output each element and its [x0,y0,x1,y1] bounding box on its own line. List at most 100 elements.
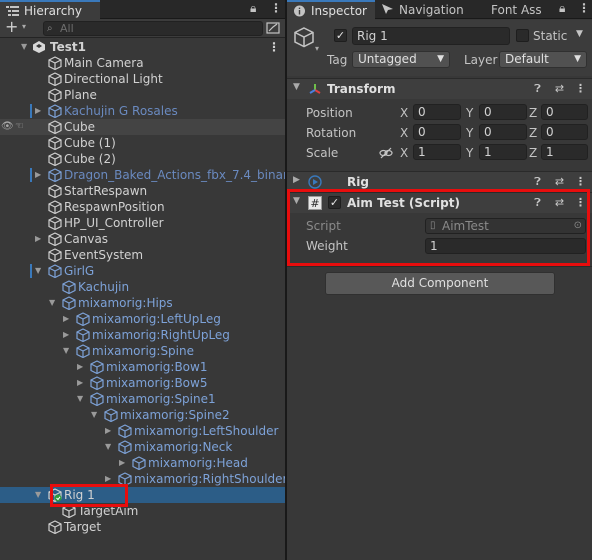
scale-z-field[interactable]: 1 [541,144,588,160]
expand-arrow-right-icon[interactable]: ▶ [35,167,45,183]
rotation-x-field[interactable]: 0 [413,124,461,140]
fold-arrow-right-icon[interactable]: ▶ [293,175,300,185]
position-z-field[interactable]: 0 [541,104,588,120]
expand-arrow-down-icon[interactable]: ▼ [77,391,87,407]
pickable-hand-icon[interactable]: ☜ [15,119,24,135]
static-checkbox[interactable] [516,29,529,42]
hierarchy-row[interactable]: 👁︎ ☜ Cube [0,119,285,135]
position-y-field[interactable]: 0 [479,104,527,120]
gameobject-large-icon[interactable] [293,26,315,48]
hierarchy-row[interactable]: Plane [0,87,285,103]
visibility-eye-icon[interactable]: 👁︎ [1,119,14,135]
expand-arrow-right-icon[interactable]: ▶ [119,455,129,471]
rotation-z-field[interactable]: 0 [541,124,588,140]
hierarchy-row[interactable]: Cube (2) [0,151,285,167]
hierarchy-row[interactable]: ▼ GirlG [0,263,285,279]
expand-arrow-down-icon[interactable]: ▼ [91,407,101,423]
lock-icon[interactable]: 🔒︎ [559,1,565,16]
presets-icon[interactable]: ⇄ [553,82,566,95]
gameobject-icon [76,312,90,326]
hierarchy-row[interactable]: Directional Light [0,71,285,87]
expand-arrow-right-icon[interactable]: ▶ [35,103,45,119]
hierarchy-row[interactable]: ▶ mixamorig:RightShoulder [0,471,285,487]
hierarchy-row[interactable]: StartRespawn [0,183,285,199]
tab-font-asset[interactable]: Font Ass [481,0,553,20]
help-icon[interactable]: ❓︎ [531,175,544,188]
tab-navigation[interactable]: Navigation [375,0,481,20]
hierarchy-row[interactable]: Kachujin [0,279,285,295]
hierarchy-row[interactable]: HP_UI_Controller [0,215,285,231]
hierarchy-row[interactable]: ▶ mixamorig:Bow1 [0,359,285,375]
fold-arrow-down-icon[interactable]: ▼ [293,82,300,92]
expand-arrow-right-icon[interactable]: ▶ [77,375,87,391]
component-menu-icon[interactable]: ⋮ [574,175,587,188]
hierarchy-row[interactable]: ▼ mixamorig:Spine1 [0,391,285,407]
expand-arrow-down-icon[interactable]: ▼ [63,343,73,359]
object-name-field[interactable]: Rig 1 [352,27,510,45]
expand-arrow-right-icon[interactable]: ▶ [63,311,73,327]
hierarchy-row[interactable]: Main Camera [0,55,285,71]
tag-dropdown[interactable]: Untagged ▼ [352,51,450,68]
expand-arrow-down-icon[interactable]: ▼ [105,439,115,455]
add-component-button[interactable]: Add Component [325,272,555,295]
hierarchy-row[interactable]: ▼ Test1 ⋮ [0,39,285,55]
prefab-icon [48,264,62,278]
hierarchy-row[interactable]: Target [0,519,285,535]
scale-y-field[interactable]: 1 [479,144,527,160]
hierarchy-row[interactable]: ▶ mixamorig:Bow5 [0,375,285,391]
expand-arrow-right-icon[interactable]: ▶ [77,359,87,375]
hierarchy-row[interactable]: ▶ Canvas [0,231,285,247]
layer-dropdown[interactable]: Default ▼ [499,51,587,68]
tab-inspector[interactable]: Inspector [287,0,375,20]
hierarchy-row[interactable]: ▶ mixamorig:Head [0,455,285,471]
gameobject-icon [48,184,62,198]
expand-arrow-right-icon[interactable]: ▶ [35,231,45,247]
hierarchy-row[interactable]: ▼ mixamorig:Spine2 [0,407,285,423]
position-label: Position [306,106,353,120]
constrain-proportions-icon[interactable] [379,147,393,159]
presets-icon[interactable]: ⇄ [553,175,566,188]
lock-icon[interactable]: 🔒︎ [250,1,256,16]
search-placeholder: All [60,22,74,35]
hierarchy-item-label: Plane [64,88,97,102]
hierarchy-row[interactable]: ▶ mixamorig:RightUpLeg [0,327,285,343]
hierarchy-row[interactable]: TargetAim [0,503,285,519]
expand-arrow-down-icon[interactable]: ▼ [35,487,45,503]
add-dropdown-caret-icon[interactable]: ▾ [22,22,26,31]
hierarchy-row[interactable]: Cube (1) [0,135,285,151]
transform-component-header[interactable]: ▼ Transform ❓︎ ⇄ ⋮ [287,78,592,99]
expand-arrow-right-icon[interactable]: ▶ [63,327,73,343]
expand-arrow-right-icon[interactable]: ▶ [105,423,115,439]
expand-arrow-down-icon[interactable]: ▼ [49,295,59,311]
expand-arrow-down-icon[interactable]: ▼ [35,263,45,279]
hierarchy-item-label: Target [64,520,102,534]
hierarchy-row[interactable]: ▼ mixamorig:Hips [0,295,285,311]
hierarchy-row[interactable]: ▶ mixamorig:LeftShoulder [0,423,285,439]
static-dropdown-icon[interactable]: ▼ [576,29,583,39]
scene-menu-icon[interactable]: ⋮ [268,39,280,55]
hierarchy-row[interactable]: RespawnPosition [0,199,285,215]
hierarchy-search-input[interactable]: ⌕ All [43,21,263,36]
add-object-button[interactable]: + [5,17,18,36]
hierarchy-row[interactable]: ▶ Kachujin G Rosales [0,103,285,119]
position-x-field[interactable]: 0 [413,104,461,120]
more-options-icon[interactable]: ⋮ [578,1,590,15]
hierarchy-row[interactable]: ▼ mixamorig:Spine [0,343,285,359]
help-icon[interactable]: ❓︎ [531,82,544,95]
component-menu-icon[interactable]: ⋮ [574,82,587,95]
tab-hierarchy-label: Hierarchy [24,4,83,18]
hierarchy-row[interactable]: ▶ mixamorig:LeftUpLeg [0,311,285,327]
hierarchy-row[interactable]: ▼ mixamorig:Neck [0,439,285,455]
scene-visibility-icon[interactable] [266,21,280,35]
more-options-icon[interactable]: ⋮ [270,1,282,15]
hierarchy-row[interactable]: ▶ Dragon_Baked_Actions_fbx_7.4_binary [0,167,285,183]
scale-x-field[interactable]: 1 [413,144,461,160]
active-checkbox[interactable]: ✓ [334,29,347,42]
hierarchy-item-label: Main Camera [64,56,144,70]
hierarchy-tab-bar: Hierarchy 🔒︎ ⋮ [0,0,285,20]
hierarchy-row[interactable]: ▼ Rig 1 [0,487,285,503]
expand-arrow-down-icon[interactable]: ▼ [21,39,31,55]
rotation-y-field[interactable]: 0 [479,124,527,140]
hierarchy-row[interactable]: EventSystem [0,247,285,263]
icon-dropdown-caret-icon[interactable]: ▾ [315,44,319,53]
